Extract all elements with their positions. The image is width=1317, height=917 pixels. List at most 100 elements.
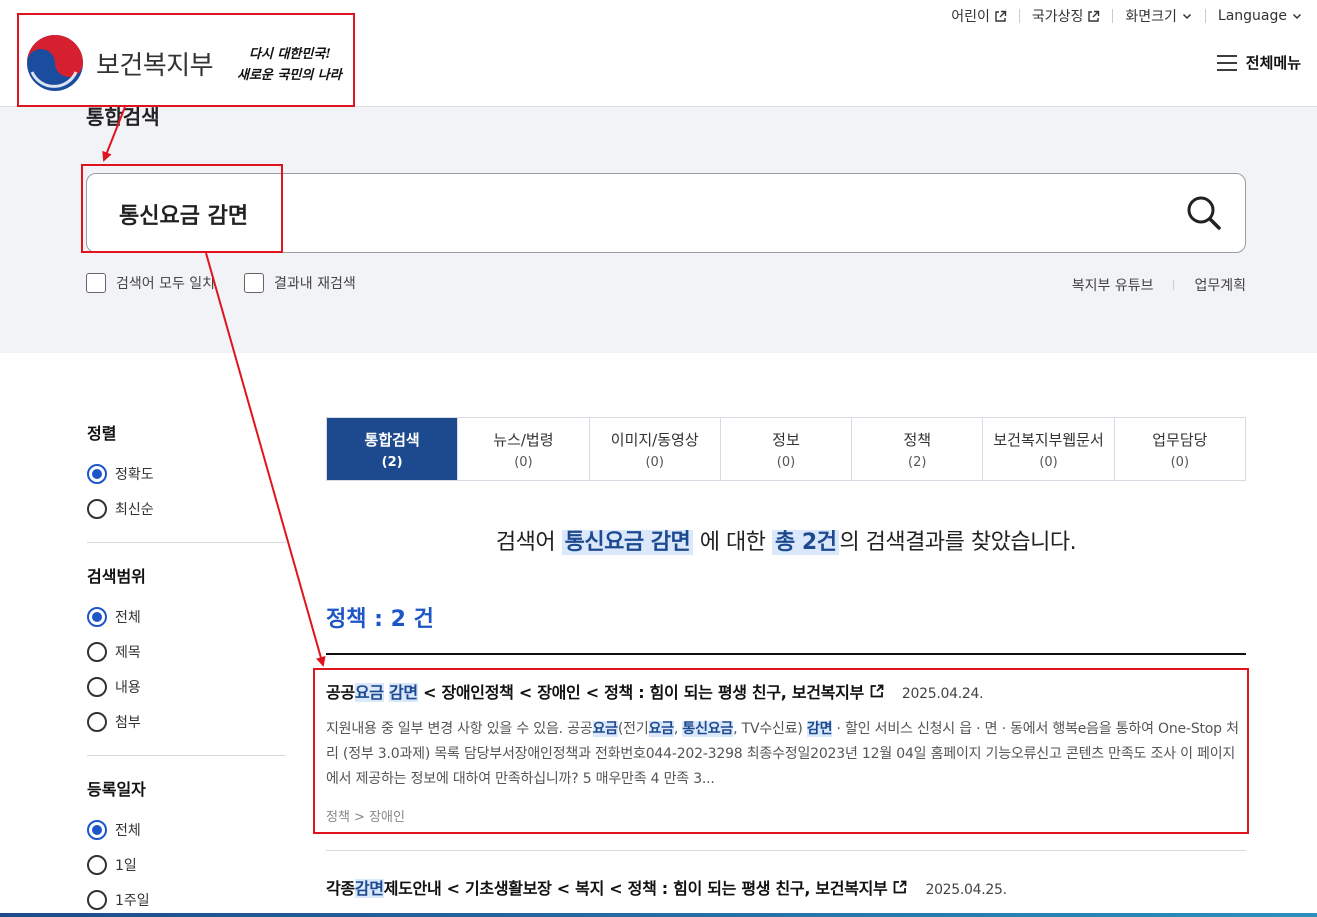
category-heading: 정책 : 2 건 (326, 607, 434, 632)
tab-staff[interactable]: 업무담당 (0) (1113, 418, 1245, 480)
tab-count: (0) (776, 454, 796, 470)
keyword-highlight: 통신요금 (682, 721, 734, 737)
util-link-label: 어린이 (951, 9, 990, 25)
result-path: 정책 > 장애인 (326, 810, 405, 825)
util-link-label: Language (1217, 8, 1287, 24)
keyword-highlight: 요금 (592, 721, 618, 737)
external-link-icon[interactable] (893, 880, 907, 894)
result-tabs: 통합검색 (2) 뉴스/법령 (0) 이미지/동영상 (0) 정보 (0) 정책 (2) … (326, 417, 1246, 481)
full-menu-button[interactable]: 전체메뉴 (1216, 52, 1301, 73)
link-separator (1173, 280, 1175, 290)
util-language-dropdown[interactable]: Language (1218, 8, 1303, 24)
site-logo[interactable]: 보건복지부 다시 대한민국! 새로운 국민의 나라 (26, 34, 345, 92)
keyword-highlight: 감면 (806, 721, 833, 737)
search-section: 통합검색 통신요금 감면 검색어 모두 일치 결과내 재검색 복지부 유튜브 업… (0, 105, 1317, 353)
filter-sidebar: 정렬 정확도 최신순 검색범위 전체 제목 내용 첨부 등록일자 전체 1일 1… (87, 420, 286, 917)
radio-label: 정확도 (115, 466, 154, 483)
radio-label: 최신순 (115, 501, 154, 518)
utility-nav: 어린이 국가상징 화면크기 Language (951, 6, 1303, 26)
tab-count: (2) (381, 454, 403, 470)
keyword-highlight: 감면 (354, 879, 384, 898)
keyword-highlight: 요금 (648, 721, 674, 737)
tab-label: 업무담당 (1152, 430, 1208, 449)
radio-button (87, 854, 107, 875)
date-option-all[interactable]: 전체 (87, 812, 286, 847)
radio-label: 제목 (115, 644, 141, 661)
external-link-icon[interactable] (870, 684, 884, 698)
summary-query: 통신요금 감면 (561, 530, 694, 555)
search-query-text: 통신요금 감면 (119, 204, 249, 229)
exact-match-checkbox[interactable]: 검색어 모두 일치 (86, 273, 215, 293)
text-segment: (전기 (617, 721, 649, 737)
radio-label: 전체 (115, 609, 141, 626)
util-separator (1018, 9, 1020, 23)
link-work-plan[interactable]: 업무계획 (1194, 275, 1246, 295)
tab-policy[interactable]: 정책 (2) (851, 418, 982, 480)
util-link-label: 화면크기 (1125, 9, 1177, 25)
summary-total: 총 2건 (771, 530, 840, 555)
tab-image-video[interactable]: 이미지/동영상 (0) (588, 418, 720, 480)
scope-option-title[interactable]: 제목 (87, 634, 286, 669)
tab-label: 보건복지부웹문서 (993, 430, 1104, 449)
sidebar-divider (87, 542, 286, 543)
text-segment: 각종 (326, 879, 355, 898)
search-input[interactable]: 통신요금 감면 (86, 173, 1246, 253)
util-link-national-symbol[interactable]: 국가상징 (1032, 6, 1101, 26)
text-segment: < 장애인정책 < 장애인 < 정책 : 힘이 되는 평생 친구, 보건복지부 (417, 683, 864, 702)
util-screen-size-dropdown[interactable]: 화면크기 (1125, 6, 1193, 26)
result-divider (326, 850, 1246, 851)
radio-button (87, 498, 107, 519)
summary-middle: 에 대한 (699, 530, 766, 555)
sort-title: 정렬 (87, 424, 117, 443)
link-youtube[interactable]: 복지부 유튜브 (1072, 275, 1154, 295)
tab-web-documents[interactable]: 보건복지부웹문서 (0) (982, 418, 1113, 480)
text-segment: , TV수신료) (733, 721, 807, 737)
summary-suffix: 의 검색결과를 찾았습니다. (839, 530, 1077, 555)
tab-info[interactable]: 정보 (0) (719, 418, 851, 480)
radio-button (87, 641, 107, 662)
util-link-kids[interactable]: 어린이 (951, 6, 1007, 26)
tab-news-law[interactable]: 뉴스/법령 (0) (457, 418, 588, 480)
slogan-handwriting: 다시 대한민국! 새로운 국민의 나라 (237, 46, 344, 83)
full-menu-label: 전체메뉴 (1245, 54, 1301, 72)
chevron-down-icon (1182, 13, 1191, 20)
date-title: 등록일자 (87, 780, 146, 799)
scope-option-all[interactable]: 전체 (87, 599, 286, 634)
result-title-link[interactable]: 각종감면제도안내 < 기초생활보장 < 복지 < 정책 : 힘이 되는 평생 친… (326, 875, 888, 899)
radio-label: 1일 (115, 857, 137, 874)
radio-button (87, 463, 107, 484)
date-option-1week[interactable]: 1주일 (87, 882, 286, 917)
checkbox-box (86, 273, 106, 293)
checkbox-label: 결과내 재검색 (274, 276, 356, 292)
tab-label: 정책 (903, 430, 932, 449)
category-divider (326, 653, 1246, 655)
sort-option-accuracy[interactable]: 정확도 (87, 456, 286, 491)
text-segment: 지원내용 중 일부 변경 사항 있을 수 있음. 공공 (326, 721, 593, 737)
tab-integrated[interactable]: 통합검색 (2) (327, 418, 458, 480)
scope-option-attachment[interactable]: 첨부 (87, 704, 286, 739)
search-icon[interactable] (1185, 194, 1223, 232)
quick-links: 복지부 유튜브 업무계획 (1072, 275, 1246, 295)
tab-label: 이미지/동영상 (610, 430, 699, 449)
text-segment: 제도안내 < 기초생활보장 < 복지 < 정책 : 힘이 되는 평생 친구, 보… (383, 879, 888, 898)
result-title-link[interactable]: 공공요금 감면 < 장애인정책 < 장애인 < 정책 : 힘이 되는 평생 친구… (326, 679, 864, 703)
radio-label: 전체 (115, 822, 141, 839)
keyword-highlight: 요금 (354, 683, 384, 702)
external-link-icon (1088, 10, 1100, 22)
taegeuk-emblem-icon (27, 35, 83, 91)
tab-count: (0) (1170, 454, 1190, 470)
radio-button (87, 819, 107, 840)
date-option-1day[interactable]: 1일 (87, 847, 286, 882)
radio-label: 1주일 (115, 892, 150, 909)
radio-label: 첨부 (115, 714, 141, 731)
result-description: 지원내용 중 일부 변경 사항 있을 수 있음. 공공요금(전기요금, 통신요금… (326, 717, 1240, 792)
scope-option-content[interactable]: 내용 (87, 669, 286, 704)
chevron-down-icon (1292, 13, 1302, 20)
result-title-row: 각종감면제도안내 < 기초생활보장 < 복지 < 정책 : 힘이 되는 평생 친… (326, 875, 1240, 899)
search-within-results-checkbox[interactable]: 결과내 재검색 (244, 273, 356, 293)
checkbox-box (244, 273, 264, 293)
radio-button (87, 711, 107, 732)
sort-option-latest[interactable]: 최신순 (87, 491, 286, 526)
page-title: 통합검색 (86, 105, 160, 129)
radio-button (87, 606, 107, 627)
